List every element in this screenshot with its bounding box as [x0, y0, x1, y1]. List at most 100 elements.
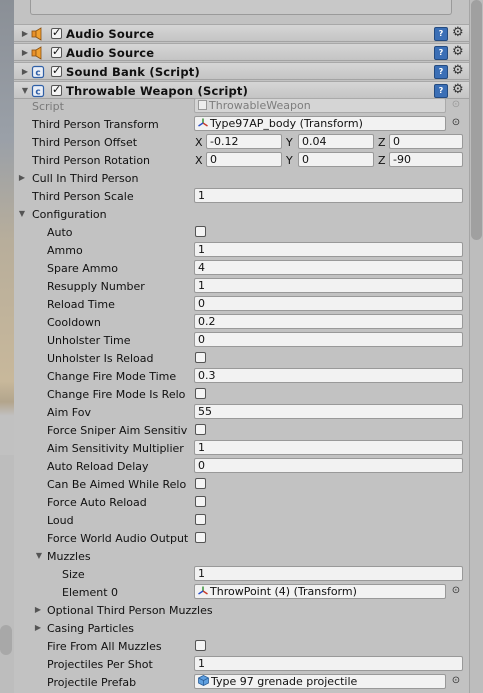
script-field: ThrowableWeapon	[194, 98, 446, 113]
property-row: Size 1	[14, 565, 469, 583]
property-checkbox[interactable]	[195, 478, 206, 489]
configuration-foldout[interactable]: Configuration	[32, 208, 107, 221]
object-field[interactable]: Type 97 grenade projectile	[194, 674, 446, 689]
property-row: Ammo 1	[14, 241, 469, 259]
gear-icon[interactable]: ⚙	[452, 63, 464, 78]
tp-offset-y-input[interactable]: 0.04	[298, 134, 374, 149]
component-header[interactable]: ▶ c Sound Bank (Script)? ⚙	[14, 62, 469, 80]
component-enabled-checkbox[interactable]	[51, 83, 62, 96]
tp-offset-x-input[interactable]: -0.12	[206, 134, 282, 149]
property-row: Script ThrowableWeapon ⊙	[14, 97, 469, 115]
property-checkbox[interactable]	[195, 496, 206, 507]
property-label: Force Sniper Aim Sensitiv	[47, 424, 188, 437]
foldout-expanded-icon[interactable]: ▼	[20, 86, 30, 96]
object-picker-icon[interactable]: ⊙	[451, 586, 461, 596]
property-label: Change Fire Mode Time	[47, 370, 177, 383]
property-checkbox[interactable]	[195, 388, 206, 399]
property-row: Aim Sensitivity Multiplier 1	[14, 439, 469, 457]
foldout-collapsed-icon[interactable]: ▶	[20, 67, 30, 77]
object-value: Type 97 grenade projectile	[211, 675, 358, 688]
property-label: Fire From All Muzzles	[47, 640, 162, 653]
foldout-collapsed-icon[interactable]: ▶	[17, 173, 27, 183]
inspector-scrollbar[interactable]	[469, 0, 483, 693]
property-row: Element 0 ThrowPoint (4) (Transform) ⊙	[14, 583, 469, 601]
property-label: Ammo	[47, 244, 83, 257]
tp-scale-input[interactable]: 1	[194, 188, 463, 203]
property-input[interactable]: 55	[194, 404, 463, 419]
foldout-collapsed-icon[interactable]: ▶	[33, 605, 43, 615]
property-input[interactable]: 0	[194, 332, 463, 347]
left-panel-scrollbar[interactable]	[0, 455, 15, 693]
property-checkbox[interactable]	[195, 352, 206, 363]
property-input[interactable]: 0.3	[194, 368, 463, 383]
property-input[interactable]: 0	[194, 458, 463, 473]
property-checkbox[interactable]	[195, 640, 206, 651]
gear-icon[interactable]: ⚙	[452, 25, 464, 40]
tp-rotation-y-input[interactable]: 0	[298, 152, 374, 167]
property-row: Third Person Rotation X 0 Y 0 Z -90	[14, 151, 469, 169]
property-input[interactable]: 1	[194, 656, 463, 671]
foldout-label[interactable]: Casing Particles	[47, 622, 134, 635]
property-label: Force Auto Reload	[47, 496, 147, 509]
component-header[interactable]: ▶ Audio Source? ⚙	[14, 43, 469, 61]
tp-rotation-label: Third Person Rotation	[32, 154, 151, 167]
property-row: Unholster Is Reload	[14, 349, 469, 367]
muzzles-element0-field[interactable]: ThrowPoint (4) (Transform)	[194, 584, 446, 599]
foldout-label[interactable]: Optional Third Person Muzzles	[47, 604, 213, 617]
object-picker-icon[interactable]: ⊙	[451, 676, 461, 686]
foldout-collapsed-icon[interactable]: ▶	[20, 29, 30, 39]
gear-icon[interactable]: ⚙	[452, 44, 464, 59]
script-file-icon	[198, 99, 207, 112]
property-input[interactable]: 1	[194, 440, 463, 455]
property-label: Auto	[47, 226, 73, 239]
axis-y-label: Y	[286, 154, 293, 167]
object-picker-icon[interactable]: ⊙	[451, 118, 461, 128]
axis-z-label: Z	[378, 154, 386, 167]
property-input[interactable]: 0	[194, 296, 463, 311]
component-enabled-checkbox[interactable]	[51, 45, 62, 58]
help-book-icon[interactable]: ?	[434, 46, 448, 60]
property-label: Projectiles Per Shot	[47, 658, 153, 671]
foldout-expanded-icon[interactable]: ▼	[34, 551, 44, 561]
property-input[interactable]: 0.2	[194, 314, 463, 329]
component-enabled-checkbox[interactable]	[51, 64, 62, 77]
foldout-collapsed-icon[interactable]: ▶	[33, 623, 43, 633]
object-picker-icon[interactable]: ⊙	[451, 100, 461, 110]
property-checkbox[interactable]	[195, 532, 206, 543]
help-book-icon[interactable]: ?	[434, 27, 448, 41]
property-row: Cooldown 0.2	[14, 313, 469, 331]
cull-in-third-person-foldout[interactable]: Cull In Third Person	[32, 172, 139, 185]
property-input[interactable]: 1	[194, 278, 463, 293]
foldout-expanded-icon[interactable]: ▼	[17, 209, 27, 219]
property-row: Auto	[14, 223, 469, 241]
prefab-icon	[198, 675, 209, 688]
tp-offset-z-input[interactable]: 0	[389, 134, 463, 149]
inspector-scrollbar-thumb[interactable]	[471, 0, 482, 240]
property-checkbox[interactable]	[195, 226, 206, 237]
property-label: Resupply Number	[47, 280, 145, 293]
property-input[interactable]: 1	[194, 242, 463, 257]
tp-transform-field[interactable]: Type97AP_body (Transform)	[194, 116, 446, 131]
property-input[interactable]: 4	[194, 260, 463, 275]
muzzles-element0-value: ThrowPoint (4) (Transform)	[210, 585, 357, 598]
property-row: Reload Time 0	[14, 295, 469, 313]
foldout-collapsed-icon[interactable]: ▶	[20, 48, 30, 58]
tp-rotation-z-input[interactable]: -90	[389, 152, 463, 167]
property-row: Change Fire Mode Is Relo	[14, 385, 469, 403]
audio-source-icon	[31, 46, 45, 60]
help-book-icon[interactable]: ?	[434, 84, 448, 98]
component-enabled-checkbox[interactable]	[51, 26, 62, 39]
component-header[interactable]: ▶ Audio Source? ⚙	[14, 24, 469, 42]
gear-icon[interactable]: ⚙	[452, 82, 464, 97]
property-checkbox[interactable]	[195, 424, 206, 435]
help-book-icon[interactable]: ?	[434, 65, 448, 79]
component-title: Sound Bank (Script)	[66, 65, 200, 79]
muzzles-foldout[interactable]: Muzzles	[47, 550, 91, 563]
script-icon: c	[31, 65, 45, 79]
tp-transform-label: Third Person Transform	[32, 118, 159, 131]
left-scrollbar-thumb[interactable]	[0, 625, 12, 655]
property-checkbox[interactable]	[195, 514, 206, 525]
muzzles-size-input[interactable]: 1	[194, 566, 463, 581]
tp-rotation-x-input[interactable]: 0	[206, 152, 282, 167]
property-label: Unholster Time	[47, 334, 131, 347]
